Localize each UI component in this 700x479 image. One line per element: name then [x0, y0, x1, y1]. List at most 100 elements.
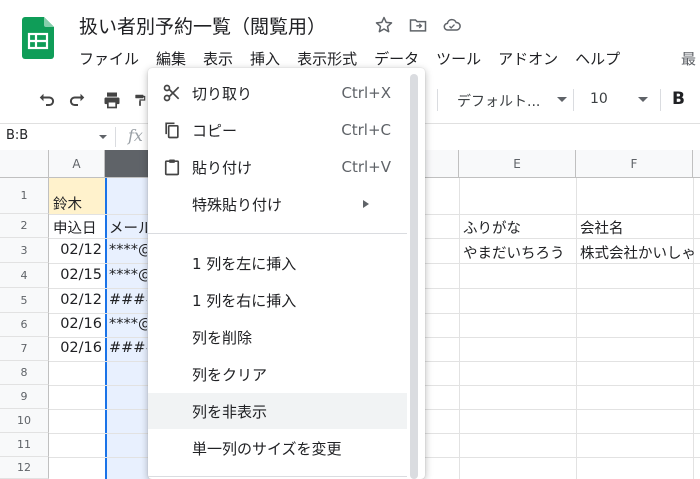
grid-line: [576, 178, 577, 479]
menu-data[interactable]: データ: [374, 48, 419, 69]
menu-item-paste-special[interactable]: 特殊貼り付け: [148, 186, 407, 222]
menu-item-insert-left[interactable]: 1 列を左に挿入: [148, 245, 407, 281]
column-header-d[interactable]: [425, 150, 459, 178]
font-family-dropdown[interactable]: デフォルト...: [457, 91, 540, 111]
menu-item-label: 列をクリア: [192, 365, 268, 384]
menu-help[interactable]: ヘルプ: [575, 48, 620, 69]
menu-item-label: 1 列を右に挿入: [192, 291, 297, 310]
menu-last-edit[interactable]: 最: [681, 48, 696, 69]
grid-line: [693, 178, 694, 479]
name-box[interactable]: B:B: [6, 128, 28, 143]
bold-button[interactable]: B: [672, 89, 685, 109]
name-box-caret-icon[interactable]: [99, 135, 107, 139]
row-header[interactable]: 2: [0, 214, 49, 238]
row-header[interactable]: 12: [0, 457, 49, 479]
copy-icon: [162, 120, 182, 140]
menu-edit[interactable]: 編集: [156, 48, 186, 69]
undo-icon[interactable]: [35, 89, 57, 111]
row-header[interactable]: 11: [0, 433, 49, 457]
menu-item-copy[interactable]: コピー Ctrl+C: [148, 112, 407, 148]
menu-scrollbar[interactable]: [410, 74, 418, 479]
formula-bar-divider: [115, 127, 116, 147]
menu-view[interactable]: 表示: [203, 48, 233, 69]
select-all-corner[interactable]: [0, 150, 49, 178]
menu-insert[interactable]: 挿入: [250, 48, 280, 69]
menu-item-insert-right[interactable]: 1 列を右に挿入: [148, 282, 407, 318]
menu-format[interactable]: 表示形式: [297, 48, 357, 69]
menu-separator: [148, 233, 407, 234]
cell-email[interactable]: ****@: [109, 242, 147, 258]
cell-a2[interactable]: 申込日: [53, 217, 97, 238]
sheets-logo-icon[interactable]: [22, 17, 54, 59]
cell-date[interactable]: 02/15: [49, 267, 102, 283]
menu-item-label: 貼り付け: [192, 158, 253, 177]
cell-b2[interactable]: メール: [109, 217, 147, 238]
paint-format-icon[interactable]: [133, 89, 147, 111]
menu-item-label: 単一列のサイズを変更: [192, 439, 342, 458]
row-header[interactable]: 3: [0, 238, 49, 263]
column-context-menu: 切り取り Ctrl+X コピー Ctrl+C 貼り付け Ctrl+V 特殊貼り付…: [148, 68, 425, 479]
menu-item-shortcut: Ctrl+X: [341, 84, 391, 102]
menu-tools[interactable]: ツール: [436, 48, 481, 69]
menu-item-label: 列を削除: [192, 328, 253, 347]
menu-addons[interactable]: アドオン: [498, 48, 558, 69]
redo-icon[interactable]: [67, 89, 89, 111]
cell-date[interactable]: 02/16: [49, 316, 102, 332]
row-header[interactable]: 7: [0, 337, 49, 361]
cell-f3[interactable]: 株式会社かいしゃ: [580, 242, 700, 263]
cell-email[interactable]: ****@: [109, 316, 147, 332]
row-header[interactable]: 1: [0, 178, 49, 214]
cell-e3[interactable]: やまだいちろう: [463, 242, 565, 263]
cloud-status-icon[interactable]: [441, 14, 463, 36]
row-header[interactable]: 10: [0, 409, 49, 433]
cell-email[interactable]: ****@: [109, 267, 147, 283]
menu-item-label: 切り取り: [192, 84, 253, 103]
toolbar-divider: [660, 89, 661, 111]
star-icon[interactable]: [373, 14, 395, 36]
fx-icon: fx: [128, 126, 143, 145]
column-header-g[interactable]: [693, 150, 700, 178]
menu-item-paste[interactable]: 貼り付け Ctrl+V: [148, 149, 407, 185]
menu-item-cut[interactable]: 切り取り Ctrl+X: [148, 75, 407, 111]
cell-email[interactable]: ####: [109, 292, 147, 308]
cell-date[interactable]: 02/12: [49, 242, 102, 258]
cell-a1[interactable]: 鈴木: [53, 193, 82, 214]
grid-line: [459, 178, 460, 479]
document-title[interactable]: 扱い者別予約一覧（閲覧用）: [79, 12, 326, 39]
menu-item-hide-column[interactable]: 列を非表示: [148, 393, 407, 429]
row-header[interactable]: 4: [0, 263, 49, 288]
menu-item-delete-column[interactable]: 列を削除: [148, 319, 407, 355]
row-header[interactable]: 6: [0, 313, 49, 337]
menu-file[interactable]: ファイル: [79, 48, 139, 69]
print-icon[interactable]: [101, 89, 123, 111]
column-header-f[interactable]: F: [576, 150, 693, 178]
menu-item-label: コピー: [192, 121, 238, 140]
menu-bar: ファイル 編集 表示 挿入 表示形式 データ ツール アドオン ヘルプ 最: [79, 48, 696, 69]
font-size-dropdown[interactable]: 10: [590, 91, 608, 107]
scissors-icon: [162, 83, 182, 103]
cell-date[interactable]: 02/12: [49, 292, 102, 308]
menu-item-clear-column[interactable]: 列をクリア: [148, 356, 407, 392]
column-header-a[interactable]: A: [49, 150, 105, 178]
row-header[interactable]: 8: [0, 361, 49, 385]
menu-item-shortcut: Ctrl+C: [341, 121, 391, 139]
cell-date[interactable]: 02/16: [49, 340, 102, 356]
toolbar-divider: [437, 89, 438, 111]
cell-email[interactable]: ####: [109, 340, 147, 356]
menu-item-shortcut: Ctrl+V: [341, 158, 391, 176]
font-size-caret-icon[interactable]: [638, 97, 648, 102]
menu-item-label: 1 列を左に挿入: [192, 254, 297, 273]
toolbar-divider: [573, 89, 574, 111]
cell-f2[interactable]: 会社名: [580, 217, 624, 238]
menu-item-label: 特殊貼り付け: [192, 195, 283, 214]
row-header[interactable]: 9: [0, 385, 49, 409]
cell-e2[interactable]: ふりがな: [463, 217, 521, 238]
column-header-b[interactable]: [105, 150, 149, 178]
submenu-arrow-icon: [363, 200, 369, 208]
move-folder-icon[interactable]: [407, 14, 429, 36]
row-header[interactable]: 5: [0, 288, 49, 313]
column-header-e[interactable]: E: [459, 150, 576, 178]
menu-item-resize-column[interactable]: 単一列のサイズを変更: [148, 430, 407, 466]
clipboard-icon: [162, 157, 182, 177]
font-dropdown-caret-icon[interactable]: [557, 97, 567, 102]
